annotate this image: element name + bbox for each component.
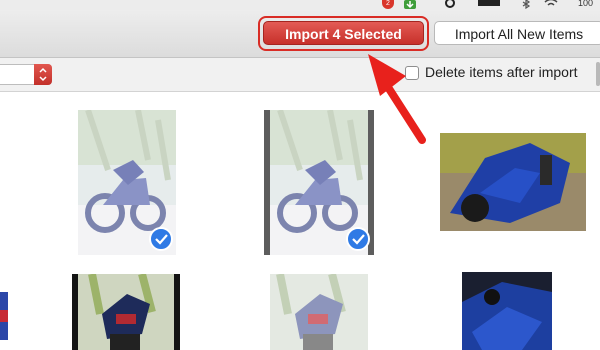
menu-bar: 2 100 — [0, 0, 600, 10]
selected-check-icon — [346, 227, 370, 251]
selected-check-icon — [149, 227, 173, 251]
import-to-select[interactable] — [0, 64, 52, 85]
import-all-button[interactable]: Import All New Items — [434, 21, 600, 45]
bluetooth-icon[interactable] — [521, 0, 531, 9]
download-icon[interactable] — [404, 0, 416, 9]
photo-thumbnail-6[interactable] — [270, 274, 368, 350]
notification-badge-icon[interactable]: 2 — [382, 0, 394, 9]
sync-icon[interactable] — [444, 0, 456, 9]
chevron-updown-icon[interactable] — [34, 64, 52, 85]
flag-icon[interactable] — [478, 0, 500, 9]
photo-thumbnail-1[interactable] — [78, 110, 176, 255]
toolbar: Import 4 Selected Import All New Items — [0, 10, 600, 58]
photo-thumbnail-3[interactable] — [440, 133, 586, 231]
photo-thumbnail-7[interactable] — [462, 272, 552, 350]
arrow-annotation-icon — [368, 54, 426, 144]
photo-thumbnail-4[interactable] — [0, 292, 8, 340]
photo-thumbnail-5[interactable] — [72, 274, 180, 350]
delete-after-import-label: Delete items after import — [425, 64, 578, 80]
photo-thumbnail-2[interactable] — [264, 110, 374, 255]
options-bar: Delete items after import — [0, 58, 600, 92]
notification-badge-count: 2 — [386, 0, 390, 7]
battery-text: 100 — [578, 0, 594, 8]
wifi-icon[interactable] — [544, 0, 558, 9]
scrollbar[interactable] — [596, 62, 600, 86]
